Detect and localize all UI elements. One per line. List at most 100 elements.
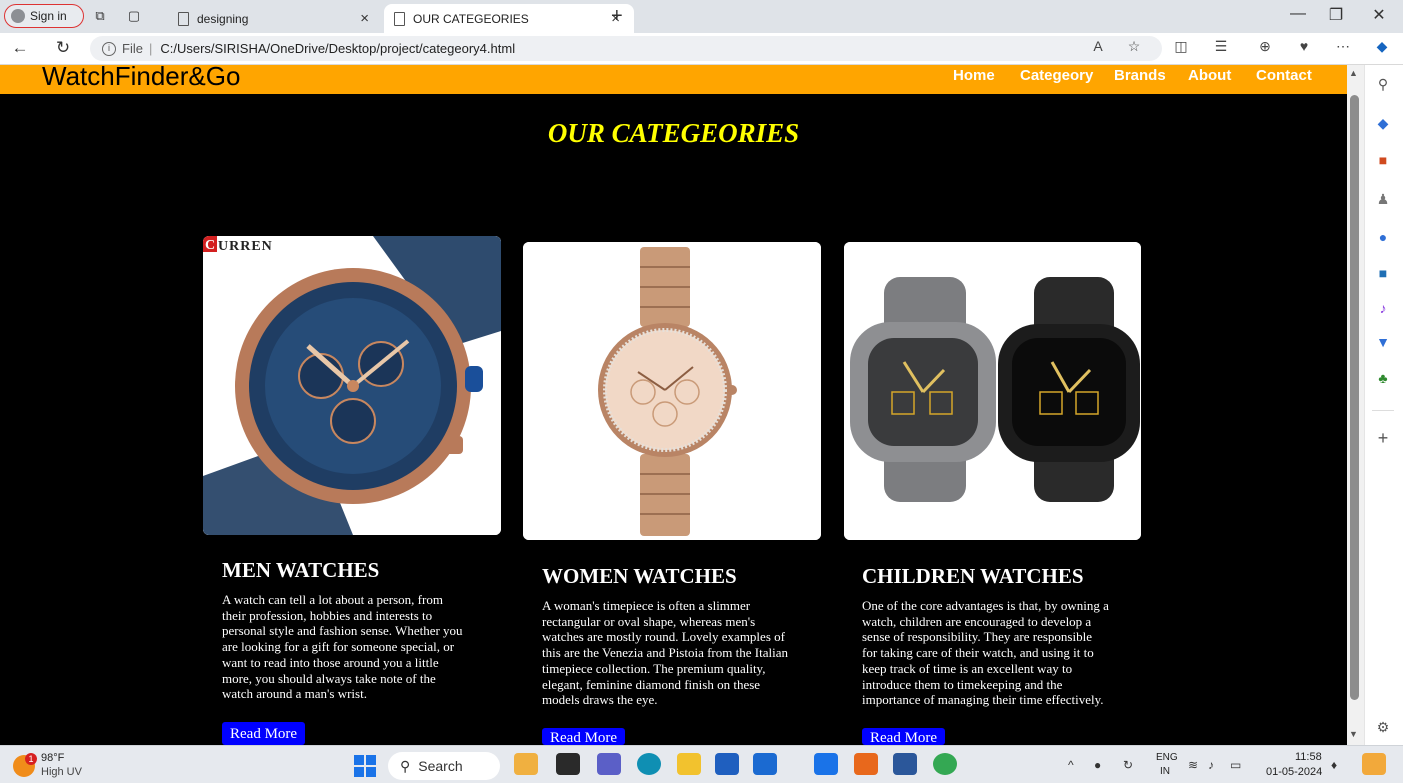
workspaces-icon[interactable]: ⧉ — [92, 8, 108, 24]
sidebar-divider — [1372, 410, 1394, 411]
sidebar-add-icon[interactable]: + — [1372, 427, 1394, 449]
desc-line: One of the core advantages is that, by o… — [862, 598, 1109, 613]
profile-icon — [11, 9, 25, 23]
volume-icon[interactable]: ♪ — [1208, 758, 1214, 772]
restore-button[interactable]: ❐ — [1321, 5, 1351, 25]
refresh-button[interactable]: ↻ — [52, 38, 74, 58]
wifi-icon[interactable]: ≋ — [1188, 758, 1198, 772]
sidebar-tag-icon[interactable]: ◆ — [1372, 112, 1394, 134]
tab-designing[interactable]: designing × — [168, 4, 383, 33]
tray-app-icon[interactable]: ● — [1094, 758, 1101, 772]
copilot-taskbar-icon[interactable] — [1362, 753, 1386, 775]
desc-line: timepiece collection. The premium qualit… — [542, 660, 766, 676]
outlook-icon[interactable] — [814, 753, 838, 775]
men-watch-illustration — [203, 236, 501, 535]
taskbar-widget-icon[interactable] — [514, 753, 538, 775]
close-tab-icon[interactable]: × — [360, 10, 369, 27]
notification-bell-icon[interactable]: ♦ — [1331, 758, 1337, 772]
file-icon — [394, 11, 405, 26]
store-icon[interactable] — [715, 753, 739, 775]
sublime-icon[interactable] — [854, 753, 878, 775]
tray-overflow-icon[interactable]: ^ — [1068, 758, 1074, 772]
sign-in-button[interactable]: Sign in — [4, 4, 84, 28]
desc-line: models draws the eye. — [542, 692, 658, 708]
sidebar-tools-icon[interactable]: ■ — [1372, 149, 1394, 171]
browser-essentials-icon[interactable]: ♥ — [1294, 38, 1314, 54]
scroll-up-arrow-icon[interactable]: ▲ — [1349, 68, 1358, 78]
sidebar-people-icon[interactable]: ♟ — [1372, 188, 1394, 210]
card-desc-children: One of the core advantages is that, by o… — [862, 598, 1130, 708]
read-more-men-button[interactable]: Read More — [222, 722, 306, 745]
file-explorer-icon[interactable] — [677, 753, 701, 775]
scrollbar-thumb[interactable] — [1350, 95, 1359, 700]
teams-icon[interactable] — [597, 753, 621, 775]
site-logo[interactable]: WatchFinder&Go — [42, 61, 240, 92]
windows-start-icon[interactable] — [354, 755, 376, 777]
card-title-children: CHILDREN WATCHES — [862, 564, 1084, 588]
sidebar-designer-icon[interactable]: ♪ — [1372, 297, 1394, 319]
scroll-down-arrow-icon[interactable]: ▼ — [1349, 729, 1358, 739]
read-aloud-icon[interactable]: A — [1088, 38, 1108, 54]
sidebar-office-icon[interactable]: ● — [1372, 226, 1394, 248]
address-bar[interactable]: i File | C:/Users/SIRISHA/OneDrive/Deskt… — [90, 36, 1162, 61]
split-screen-icon[interactable]: ◫ — [1171, 38, 1191, 55]
curren-logo-initial: C — [205, 238, 216, 253]
tab-title: designing — [197, 11, 249, 26]
children-watch-illustration — [844, 242, 1141, 540]
taskbar-search[interactable]: ⚲ Search — [388, 752, 500, 780]
tab-actions-icon[interactable]: ▢ — [126, 8, 142, 24]
lang-bottom[interactable]: IN — [1160, 766, 1170, 777]
nav-home[interactable]: Home — [953, 67, 995, 84]
desc-line: are looking for a gift for someone speci… — [222, 639, 455, 655]
tray-sync-icon[interactable]: ↻ — [1123, 758, 1133, 772]
desc-line: watch around a man's wrist. — [222, 686, 367, 702]
tab-title: OUR CATEGEORIES — [413, 11, 529, 26]
card-title-men: MEN WATCHES — [222, 558, 380, 582]
back-button[interactable]: ← — [9, 38, 31, 58]
children-watch-image[interactable] — [844, 242, 1141, 540]
minimize-button[interactable]: — — [1283, 5, 1313, 23]
sidebar-outlook-icon[interactable]: ■ — [1372, 262, 1394, 284]
desc-line: importance of managing their time effect… — [862, 692, 1104, 708]
collections-icon[interactable]: ⊕ — [1255, 38, 1275, 55]
desc-line: A woman's timepiece is often a slimmer — [542, 598, 751, 613]
clock-time[interactable]: 11:58 — [1295, 751, 1322, 763]
desc-line: keep track of time is an excellent way t… — [862, 660, 1073, 676]
address-separator: | — [148, 41, 153, 56]
sidebar-search-icon[interactable]: ⚲ — [1372, 73, 1394, 95]
search-label: Search — [418, 758, 463, 774]
desc-line: A watch can tell a lot about a person, f… — [222, 592, 443, 607]
task-view-icon[interactable] — [556, 753, 580, 775]
nav-about[interactable]: About — [1188, 67, 1231, 84]
info-icon[interactable]: i — [102, 41, 116, 56]
lang-top[interactable]: ENG — [1156, 752, 1178, 763]
close-window-button[interactable]: ✕ — [1364, 5, 1394, 25]
sidebar-tree-icon[interactable]: ♣ — [1372, 367, 1394, 389]
tab-our-categeories[interactable]: OUR CATEGEORIES × — [384, 4, 634, 33]
chrome-icon[interactable] — [933, 753, 957, 775]
edge-icon[interactable] — [637, 753, 661, 775]
read-more-children-button[interactable]: Read More — [862, 728, 946, 746]
nav-brands[interactable]: Brands — [1114, 67, 1166, 84]
women-watch-image[interactable] — [523, 242, 821, 540]
sidebar-send-icon[interactable]: ▼ — [1372, 331, 1394, 353]
new-tab-button[interactable]: + — [611, 5, 623, 28]
desc-line: introduce them to timekeeping and the — [862, 676, 1063, 692]
men-watch-image[interactable]: C URREN — [203, 236, 501, 535]
read-more-women-button[interactable]: Read More — [542, 728, 626, 746]
word-icon[interactable] — [893, 753, 917, 775]
favorites-icon[interactable]: ☰ — [1211, 38, 1231, 55]
more-menu-icon[interactable]: ⋯ — [1333, 38, 1353, 55]
nav-contact[interactable]: Contact — [1256, 67, 1312, 84]
address-scheme-label: File — [122, 41, 143, 56]
copilot-icon[interactable]: ◆ — [1372, 38, 1392, 55]
desc-line: personal style and fashion sense. Whethe… — [222, 623, 463, 639]
clock-date[interactable]: 01-05-2024 — [1266, 766, 1322, 778]
nav-categeory[interactable]: Categeory — [1020, 67, 1093, 84]
weather-badge: 1 — [25, 753, 37, 765]
lens-icon[interactable] — [753, 753, 777, 775]
card-desc-women: A woman's timepiece is often a slimmer r… — [542, 598, 810, 708]
sidebar-settings-icon[interactable]: ⚙ — [1372, 716, 1394, 738]
battery-icon[interactable]: ▭ — [1230, 758, 1241, 772]
favorite-star-icon[interactable]: ☆ — [1124, 38, 1144, 55]
